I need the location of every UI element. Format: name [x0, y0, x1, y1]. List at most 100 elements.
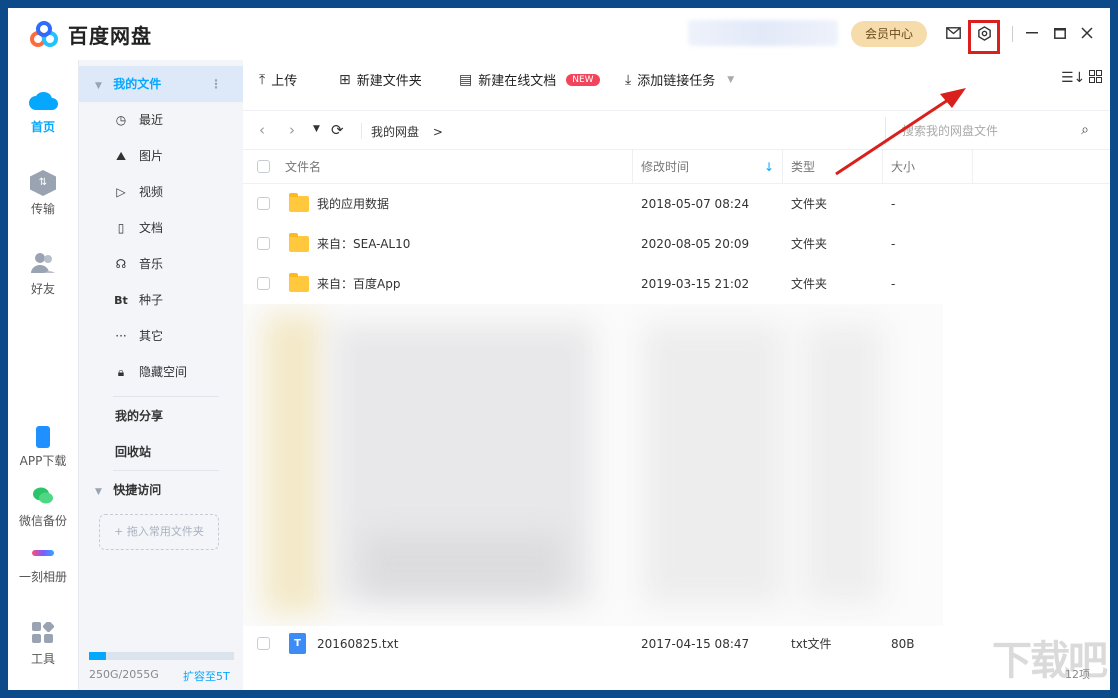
nav-home[interactable]: 首页 — [8, 88, 78, 135]
new-folder-button[interactable]: ⊞ 新建文件夹 — [339, 70, 422, 90]
document-icon: ▤ — [459, 71, 473, 88]
sidebar-item-videos[interactable]: ▷ 视频 — [79, 174, 244, 210]
blurred-file-rows — [243, 304, 943, 626]
file-table-header: 文件名 修改时间 ↓ 类型 大小 — [243, 150, 1110, 184]
tools-grid-icon — [32, 620, 55, 644]
table-row[interactable]: 来自：SEA-AL10 2020-08-05 20:09 文件夹 - — [243, 224, 1110, 264]
mail-icon[interactable] — [942, 22, 964, 44]
breadcrumb: 我的网盘 > — [371, 123, 443, 140]
refresh-icon[interactable]: ⟳ — [331, 121, 344, 139]
add-link-task-label: 添加链接任务 — [637, 74, 716, 89]
nav-wechat-backup-label: 微信备份 — [18, 514, 67, 528]
sidebar-item-my-files[interactable]: ▼ 我的文件 ⋮ — [79, 66, 244, 102]
nav-app-download[interactable]: APP下载 — [8, 426, 78, 469]
txt-file-icon: T — [289, 633, 306, 654]
new-folder-icon: ⊞ — [339, 71, 351, 88]
minimize-icon[interactable] — [1021, 22, 1043, 44]
table-row[interactable]: 我的应用数据 2018-05-07 08:24 文件夹 - — [243, 184, 1110, 224]
chevron-down-icon: ▼ — [727, 74, 735, 85]
sidebar-item-torrents[interactable]: Bt 种子 — [79, 282, 244, 318]
sidebar-item-my-share[interactable]: 我的分享 — [79, 398, 244, 434]
cloud-home-icon — [28, 88, 58, 112]
sidebar-item-music[interactable]: ☊ 音乐 — [79, 246, 244, 282]
row-checkbox[interactable] — [257, 197, 270, 210]
video-icon: ▷ — [116, 185, 126, 199]
select-all-checkbox[interactable] — [257, 160, 270, 173]
titlebar-divider — [1012, 26, 1013, 42]
sidebar-item-documents[interactable]: ▯ 文档 — [79, 210, 244, 246]
maximize-icon[interactable] — [1049, 22, 1071, 44]
row-checkbox[interactable] — [257, 237, 270, 250]
sidebar-quick-access-label: 快捷访问 — [113, 483, 162, 497]
storage-usage-text: 250G/2055G — [89, 668, 159, 681]
search-input[interactable] — [886, 117, 1056, 145]
storage-progress-bar — [89, 652, 234, 660]
quick-access-drop-zone[interactable]: + 拖入常用文件夹 — [99, 514, 219, 550]
nav-app-download-label: APP下载 — [19, 454, 67, 468]
nav-tools[interactable]: 工具 — [8, 620, 78, 667]
wechat-icon — [32, 486, 54, 506]
file-type: 文件夹 — [791, 277, 828, 291]
search-icon[interactable]: ⌕ — [1081, 122, 1089, 138]
title-bar: 百度网盘 会员中心 — [8, 8, 1110, 60]
new-online-doc-label: 新建在线文档 — [478, 74, 557, 89]
file-name[interactable]: 我的应用数据 — [317, 184, 389, 224]
baidu-cloud-logo-icon — [28, 20, 62, 49]
file-name[interactable]: 20160825.txt — [317, 624, 398, 664]
nav-friends[interactable]: 好友 — [8, 252, 78, 297]
close-icon[interactable] — [1076, 22, 1098, 44]
clock-icon: ◷ — [115, 113, 127, 127]
breadcrumb-root[interactable]: 我的网盘 — [371, 125, 419, 139]
column-header-type[interactable]: 类型 — [783, 150, 883, 184]
row-checkbox[interactable] — [257, 637, 270, 650]
vip-center-button[interactable]: 会员中心 — [851, 21, 927, 47]
table-row[interactable]: T 20160825.txt 2017-04-15 08:47 txt文件 80… — [243, 624, 1110, 664]
more-dots-icon: ··· — [115, 329, 127, 343]
file-size: - — [891, 277, 896, 291]
column-header-size[interactable]: 大小 — [883, 150, 973, 184]
headphones-icon: ☊ — [115, 257, 127, 271]
sidebar-item-images[interactable]: ⛰ 图片 — [79, 138, 244, 174]
blurred-user-info — [688, 20, 838, 46]
upload-label: 上传 — [271, 74, 298, 89]
more-options-icon[interactable]: ⋮ — [210, 66, 222, 102]
row-checkbox[interactable] — [257, 277, 270, 290]
sidebar-item-recycle-bin[interactable]: 回收站 — [79, 434, 244, 470]
column-header-name[interactable]: 文件名 — [277, 150, 633, 184]
history-dropdown-icon[interactable]: ▼ — [313, 124, 320, 134]
app-logo: 百度网盘 — [28, 20, 152, 49]
sidebar-item-hidden-space[interactable]: 🔒︎ 隐藏空间 — [79, 354, 244, 390]
document-icon: ▯ — [117, 221, 125, 235]
column-header-modified[interactable]: 修改时间 ↓ — [633, 150, 783, 184]
sidebar-videos-label: 视频 — [139, 185, 164, 199]
back-arrow-icon[interactable]: ‹ — [259, 121, 265, 139]
sort-button[interactable]: ☰↓ — [1061, 70, 1085, 86]
nav-transfer[interactable]: ⇅ 传输 — [8, 170, 78, 217]
nav-moment-album[interactable]: 一刻相册 — [8, 550, 78, 585]
grid-view-button[interactable] — [1089, 70, 1102, 87]
upload-button[interactable]: ⤒ 上传 — [259, 70, 298, 90]
sidebar-item-others[interactable]: ··· 其它 — [79, 318, 244, 354]
expand-storage-link[interactable]: 扩容至5T — [183, 668, 230, 684]
sidebar-others-label: 其它 — [139, 329, 164, 343]
sidebar-divider — [113, 396, 219, 397]
file-modified: 2020-08-05 20:09 — [641, 237, 750, 251]
sidebar-item-recent[interactable]: ◷ 最近 — [79, 102, 244, 138]
file-size: 80B — [891, 637, 915, 651]
sidebar-documents-label: 文档 — [139, 221, 164, 235]
forward-arrow-icon[interactable]: › — [289, 121, 295, 139]
file-name[interactable]: 来自：SEA-AL10 — [317, 224, 410, 264]
sidebar-torrents-label: 种子 — [139, 293, 164, 307]
breadcrumb-separator: > — [432, 125, 443, 139]
file-name[interactable]: 来自：百度App — [317, 264, 400, 304]
main-content: ⤒ 上传 ⊞ 新建文件夹 ▤ 新建在线文档 NEW ⤓ 添加链接任务 ▼ ☰↓ ‹ › ▼ … — [243, 60, 1110, 690]
sidebar-item-quick-access[interactable]: ▼ 快捷访问 — [79, 472, 244, 508]
new-online-doc-button[interactable]: ▤ 新建在线文档 NEW — [459, 70, 600, 89]
add-link-task-button[interactable]: ⤓ 添加链接任务 ▼ — [625, 70, 735, 90]
table-row[interactable]: 来自：百度App 2019-03-15 21:02 文件夹 - — [243, 264, 1110, 304]
sort-desc-arrow-icon: ↓ — [763, 160, 774, 174]
file-toolbar: ⤒ 上传 ⊞ 新建文件夹 ▤ 新建在线文档 NEW ⤓ 添加链接任务 ▼ ☰↓ — [243, 60, 1110, 100]
new-badge: NEW — [566, 73, 600, 86]
nav-wechat-backup[interactable]: 微信备份 — [8, 486, 78, 529]
file-size: - — [891, 237, 896, 251]
